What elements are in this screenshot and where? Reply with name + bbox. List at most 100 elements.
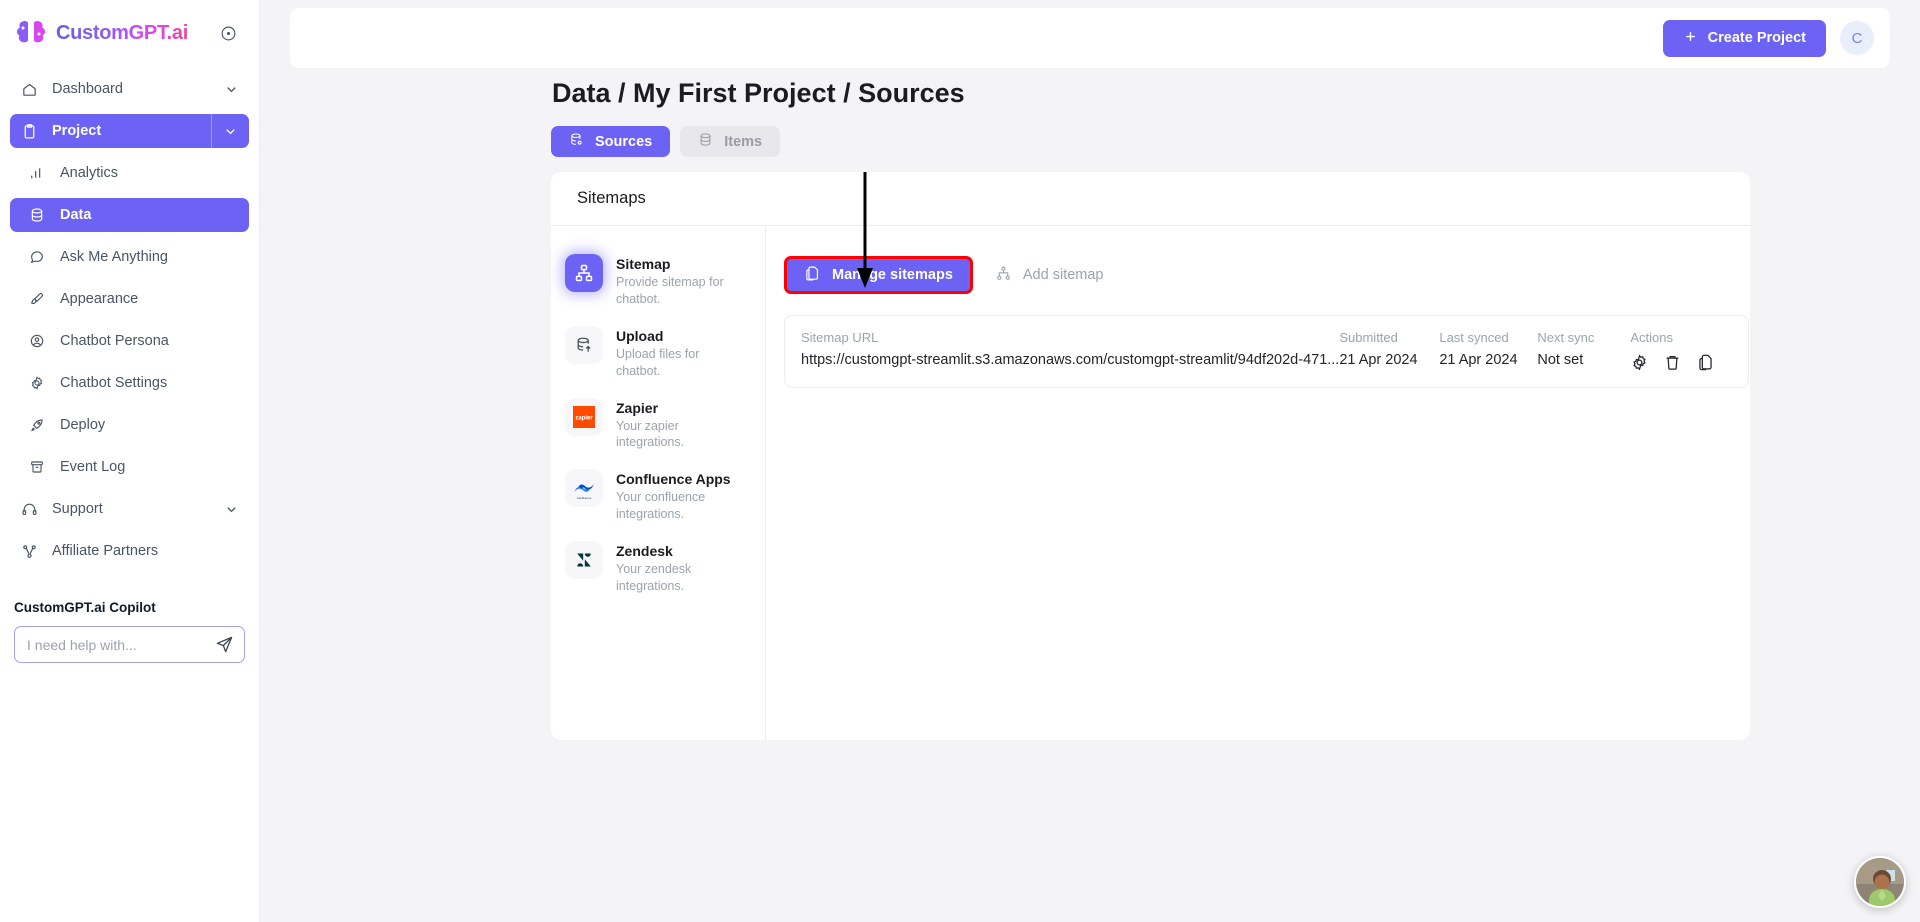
source-name: Zendesk (616, 543, 673, 559)
sidebar-item-label: Support (52, 501, 103, 517)
copilot-title: CustomGPT.ai Copilot (14, 600, 156, 615)
chevron-down-icon[interactable] (224, 502, 239, 517)
clipboard-icon (20, 122, 38, 140)
confluence-logo-icon: Confluence (565, 469, 603, 508)
bar-chart-icon (28, 164, 46, 182)
column-header: Next sync (1537, 330, 1595, 345)
brand: CustomGPT.ai (0, 0, 259, 58)
add-sitemap-button[interactable]: Add sitemap (983, 256, 1116, 294)
source-name: Zapier (616, 399, 659, 416)
source-description: Provide sitemap for chatbot. (616, 275, 724, 306)
next-sync-value: Not set (1537, 352, 1584, 368)
source-name: Upload (616, 327, 664, 344)
sidebar-item-label: Affiliate Partners (52, 543, 159, 559)
source-item-zendesk[interactable]: Zendesk Your zendesk integrations. (563, 535, 765, 601)
sidebar-item-affiliate-partners[interactable]: Affiliate Partners (10, 534, 249, 568)
tab-items[interactable]: Items (680, 126, 781, 157)
sidebar-item-label: Appearance (60, 291, 139, 307)
column-next-sync: Next sync Not set (1537, 330, 1630, 368)
sidebar-item-label: Chatbot Settings (60, 375, 168, 391)
source-description: Upload files for chatbot. (616, 346, 700, 378)
sidebar-item-dashboard[interactable]: Dashboard (10, 72, 249, 106)
sidebar-item-deploy[interactable]: Deploy (10, 408, 249, 442)
sidebar-item-event-log[interactable]: Event Log (10, 450, 249, 484)
sidebar-item-label: Chatbot Persona (60, 333, 169, 349)
user-circle-icon (28, 332, 46, 350)
tab-label: Sources (595, 133, 653, 150)
svg-text:Confluence: Confluence (577, 496, 592, 500)
sidebar-item-support[interactable]: Support (10, 492, 249, 526)
chevron-down-icon[interactable] (224, 82, 239, 97)
sitemap-url-value[interactable]: https://customgpt-streamlit.s3.amazonaws… (801, 352, 1339, 368)
send-paper-plane-icon[interactable] (215, 635, 234, 654)
sidebar-item-chatbot-persona[interactable]: Chatbot Persona (10, 324, 249, 358)
column-last-synced: Last synced 21 Apr 2024 (1439, 330, 1537, 368)
chevron-down-icon[interactable] (211, 114, 249, 148)
paintbrush-icon (28, 290, 46, 308)
card-body: Sitemap Provide sitemap for chatbot. Upl… (551, 226, 1750, 740)
sidebar-item-label: Project (52, 123, 102, 139)
source-item-zapier[interactable]: zapier Zapier Your zapier integrations. (563, 392, 765, 458)
source-name: Sitemap (616, 256, 671, 272)
sitemap-icon (565, 254, 603, 292)
home-icon (20, 80, 38, 98)
copilot-section: CustomGPT.ai Copilot (0, 600, 259, 663)
tab-sources[interactable]: Sources (551, 126, 671, 157)
avatar[interactable]: C (1840, 21, 1874, 55)
sidebar-item-data[interactable]: Data (10, 198, 249, 232)
sidebar-item-chatbot-settings[interactable]: Chatbot Settings (10, 366, 249, 400)
collapse-circle-icon[interactable] (220, 25, 237, 42)
sidebar-nav: Dashboard Project Analytics Data Ask Me … (0, 58, 259, 568)
plus-icon (1683, 29, 1698, 48)
source-item-sitemap[interactable]: Sitemap Provide sitemap for chatbot. (563, 248, 765, 314)
source-description: Your zapier integrations. (616, 418, 685, 450)
headset-icon (20, 500, 38, 518)
create-project-button[interactable]: Create Project (1662, 19, 1826, 57)
column-sitemap-url: Sitemap URL https://customgpt-streamlit.… (801, 330, 1339, 368)
sitemap-panel: Manage sitemaps Add sitemap Sitemap URL … (766, 226, 1771, 740)
gear-icon (28, 374, 46, 392)
column-header: Last synced (1439, 330, 1509, 345)
sidebar-item-label: Ask Me Anything (60, 249, 168, 265)
sitemaps-card: Sitemaps Sitemap Provide sitemap for cha… (551, 172, 1750, 740)
sidebar-item-label: Event Log (60, 459, 126, 475)
svg-text:zapier: zapier (575, 415, 593, 421)
zendesk-logo-icon (565, 541, 603, 579)
page-title: Data / My First Project / Sources (552, 78, 965, 108)
share-nodes-icon (20, 542, 38, 560)
copilot-input[interactable] (27, 636, 215, 653)
column-header: Submitted (1339, 330, 1398, 345)
last-synced-value: 21 Apr 2024 (1439, 352, 1518, 368)
sidebar-item-analytics[interactable]: Analytics (10, 156, 249, 190)
copilot-input-wrapper[interactable] (14, 626, 245, 663)
column-header: Sitemap URL (801, 330, 879, 345)
database-icon (28, 206, 46, 224)
support-chat-widget-avatar[interactable] (1854, 856, 1906, 908)
gear-icon[interactable] (1630, 353, 1649, 372)
copy-icon[interactable] (1696, 353, 1715, 372)
brand-name: CustomGPT.ai (56, 21, 188, 44)
source-description: Your zendesk integrations. (616, 562, 692, 593)
app-root: CustomGPT.ai Dashboard Project Analytics… (0, 0, 1920, 922)
add-sitemap-label: Add sitemap (1022, 267, 1104, 283)
archive-icon (28, 458, 46, 476)
sidebar-item-label: Analytics (60, 165, 119, 181)
sidebar-item-ask-me-anything[interactable]: Ask Me Anything (10, 240, 249, 274)
copy-files-icon (804, 265, 821, 286)
sidebar-item-label: Data (60, 207, 92, 223)
table-row: Sitemap URL https://customgpt-streamlit.… (801, 330, 1726, 372)
source-name: Confluence Apps (616, 471, 731, 488)
customgpt-brain-logo-icon (14, 18, 48, 48)
source-item-confluence-apps[interactable]: Confluence Confluence Apps Your confluen… (563, 463, 765, 529)
trash-icon[interactable] (1663, 353, 1682, 372)
column-header: Actions (1630, 330, 1673, 345)
sitemap-icon (995, 265, 1012, 286)
column-actions: Actions (1630, 330, 1726, 372)
sidebar-item-appearance[interactable]: Appearance (10, 282, 249, 316)
manage-sitemaps-button[interactable]: Manage sitemaps (784, 256, 973, 294)
manage-sitemaps-label: Manage sitemaps (832, 267, 953, 283)
card-heading: Sitemaps (551, 172, 1750, 226)
source-description: Your confluence integrations. (616, 490, 706, 522)
sidebar-item-project[interactable]: Project (10, 114, 249, 148)
source-item-upload[interactable]: Upload Upload files for chatbot. (563, 320, 765, 386)
